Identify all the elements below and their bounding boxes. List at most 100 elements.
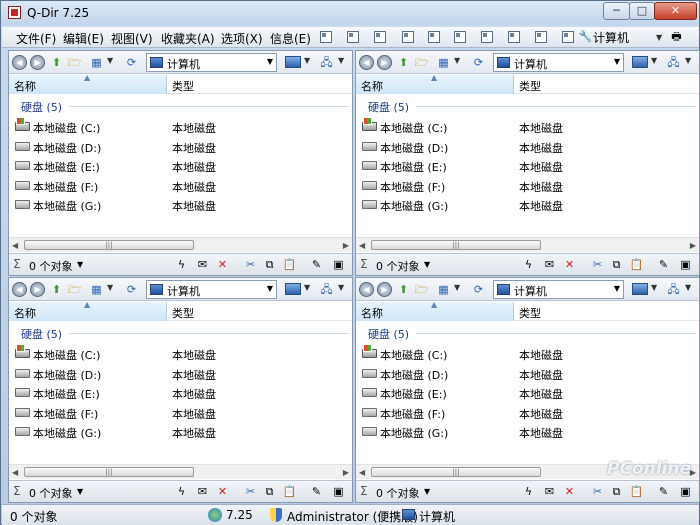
- paste-icon[interactable]: 📋: [282, 484, 297, 499]
- chevron-down-icon[interactable]: ▼: [614, 57, 620, 66]
- address-bar[interactable]: 计算机 ▼: [493, 53, 624, 72]
- back-icon[interactable]: ◀: [359, 55, 374, 70]
- chevron-down-icon[interactable]: ▼: [107, 283, 113, 292]
- layout-10-icon[interactable]: [562, 31, 574, 43]
- cut-icon[interactable]: ✂: [243, 257, 258, 272]
- back-icon[interactable]: ◀: [359, 282, 374, 297]
- mail-icon[interactable]: ✉: [542, 257, 557, 272]
- chevron-down-icon[interactable]: ▼: [77, 260, 83, 269]
- list-item[interactable]: 本地磁盘 (G:) 本地磁盘: [356, 195, 699, 214]
- scroll-thumb[interactable]: |||: [24, 467, 194, 477]
- copy-icon[interactable]: ⧉: [262, 484, 277, 499]
- view-grid-icon[interactable]: ▦: [436, 282, 451, 297]
- list-item[interactable]: 本地磁盘 (F:) 本地磁盘: [9, 403, 352, 422]
- delete-icon[interactable]: ✕: [215, 484, 230, 499]
- minimize-button[interactable]: ─: [603, 2, 630, 20]
- back-icon[interactable]: ◀: [12, 282, 27, 297]
- cut-icon[interactable]: ✂: [243, 484, 258, 499]
- lightning-icon[interactable]: ϟ: [174, 257, 189, 272]
- chevron-down-icon[interactable]: ▼: [107, 56, 113, 65]
- list-item[interactable]: 本地磁盘 (F:) 本地磁盘: [356, 176, 699, 195]
- up-arrow-icon[interactable]: ⬆: [49, 55, 64, 70]
- list-item[interactable]: 本地磁盘 (F:) 本地磁盘: [9, 176, 352, 195]
- list-item[interactable]: 本地磁盘 (G:) 本地磁盘: [356, 422, 699, 441]
- up-arrow-icon[interactable]: ⬆: [49, 282, 64, 297]
- chevron-down-icon[interactable]: ▼: [267, 57, 273, 66]
- monitor-icon[interactable]: [285, 56, 301, 68]
- scroll-left-icon[interactable]: ◀: [12, 241, 18, 250]
- chevron-down-icon[interactable]: ▼: [454, 56, 460, 65]
- network-icon[interactable]: 🖧: [666, 282, 681, 297]
- close-button[interactable]: ✕: [654, 2, 697, 20]
- group-header[interactable]: 硬盘 (5): [21, 99, 62, 115]
- list-item[interactable]: 本地磁盘 (E:) 本地磁盘: [9, 156, 352, 175]
- menu-options[interactable]: 选项(X): [221, 30, 263, 47]
- list-item[interactable]: 本地磁盘 (C:) 本地磁盘: [356, 117, 699, 136]
- horizontal-scrollbar[interactable]: ◀ ||| ▶: [356, 237, 699, 252]
- menu-computer[interactable]: 计算机: [593, 29, 629, 46]
- refresh-icon[interactable]: ⟳: [124, 282, 139, 297]
- properties-icon[interactable]: ✎: [656, 484, 671, 499]
- forward-icon[interactable]: ▶: [377, 282, 392, 297]
- column-name[interactable]: 名称 ▲: [356, 300, 514, 321]
- menu-file[interactable]: 文件(F): [16, 30, 56, 47]
- scroll-right-icon[interactable]: ▶: [690, 241, 696, 250]
- printer-icon[interactable]: 🖶: [669, 29, 684, 44]
- pane-menu-icon[interactable]: ▣: [331, 484, 346, 499]
- chevron-down-icon[interactable]: ▼: [651, 56, 657, 65]
- scroll-thumb[interactable]: |||: [371, 467, 541, 477]
- list-item[interactable]: 本地磁盘 (E:) 本地磁盘: [356, 156, 699, 175]
- folder-icon[interactable]: 🗁: [67, 282, 82, 297]
- copy-icon[interactable]: ⧉: [262, 257, 277, 272]
- list-item[interactable]: 本地磁盘 (C:) 本地磁盘: [9, 344, 352, 363]
- chevron-down-icon[interactable]: ▼: [614, 284, 620, 293]
- list-item[interactable]: 本地磁盘 (G:) 本地磁盘: [9, 195, 352, 214]
- chevron-down-icon[interactable]: ▼: [424, 487, 430, 496]
- up-arrow-icon[interactable]: ⬆: [396, 282, 411, 297]
- group-header[interactable]: 硬盘 (5): [368, 99, 409, 115]
- group-header[interactable]: 硬盘 (5): [21, 326, 62, 342]
- folder-icon[interactable]: 🗁: [67, 55, 82, 70]
- cut-icon[interactable]: ✂: [590, 257, 605, 272]
- column-type-label[interactable]: 类型: [172, 78, 194, 94]
- layout-9-icon[interactable]: [535, 31, 547, 43]
- mail-icon[interactable]: ✉: [195, 257, 210, 272]
- chevron-down-icon[interactable]: ▼: [338, 283, 344, 292]
- scroll-left-icon[interactable]: ◀: [12, 468, 18, 477]
- address-bar[interactable]: 计算机 ▼: [146, 53, 277, 72]
- horizontal-scrollbar[interactable]: ◀ ||| ▶: [9, 464, 352, 479]
- layout-1-icon[interactable]: [320, 31, 332, 43]
- up-arrow-icon[interactable]: ⬆: [396, 55, 411, 70]
- pane-menu-icon[interactable]: ▣: [678, 484, 693, 499]
- menu-edit[interactable]: 编辑(E): [63, 30, 104, 47]
- paste-icon[interactable]: 📋: [629, 484, 644, 499]
- chevron-down-icon[interactable]: ▼: [424, 260, 430, 269]
- app-icon[interactable]: [8, 6, 21, 19]
- pane-menu-icon[interactable]: ▣: [331, 257, 346, 272]
- column-name[interactable]: 名称 ▲: [9, 300, 167, 321]
- chevron-down-icon[interactable]: ▼: [304, 56, 310, 65]
- list-item[interactable]: 本地磁盘 (D:) 本地磁盘: [356, 137, 699, 156]
- column-name[interactable]: 名称 ▲: [9, 73, 167, 94]
- paste-icon[interactable]: 📋: [282, 257, 297, 272]
- chevron-down-icon[interactable]: ▼: [77, 487, 83, 496]
- list-item[interactable]: 本地磁盘 (D:) 本地磁盘: [9, 137, 352, 156]
- network-icon[interactable]: 🖧: [319, 55, 334, 70]
- list-item[interactable]: 本地磁盘 (C:) 本地磁盘: [9, 117, 352, 136]
- scroll-left-icon[interactable]: ◀: [359, 468, 365, 477]
- forward-icon[interactable]: ▶: [30, 55, 45, 70]
- list-item[interactable]: 本地磁盘 (D:) 本地磁盘: [9, 364, 352, 383]
- list-item[interactable]: 本地磁盘 (E:) 本地磁盘: [356, 383, 699, 402]
- chevron-down-icon[interactable]: ▼: [656, 33, 662, 42]
- list-item[interactable]: 本地磁盘 (C:) 本地磁盘: [356, 344, 699, 363]
- list-item[interactable]: 本地磁盘 (D:) 本地磁盘: [356, 364, 699, 383]
- lightning-icon[interactable]: ϟ: [521, 257, 536, 272]
- pane-menu-icon[interactable]: ▣: [678, 257, 693, 272]
- layout-7-icon[interactable]: [481, 31, 493, 43]
- view-grid-icon[interactable]: ▦: [89, 55, 104, 70]
- scroll-thumb[interactable]: |||: [371, 240, 541, 250]
- network-icon[interactable]: 🖧: [666, 55, 681, 70]
- column-name[interactable]: 名称 ▲: [356, 73, 514, 94]
- monitor-icon[interactable]: [285, 283, 301, 295]
- refresh-icon[interactable]: ⟳: [471, 55, 486, 70]
